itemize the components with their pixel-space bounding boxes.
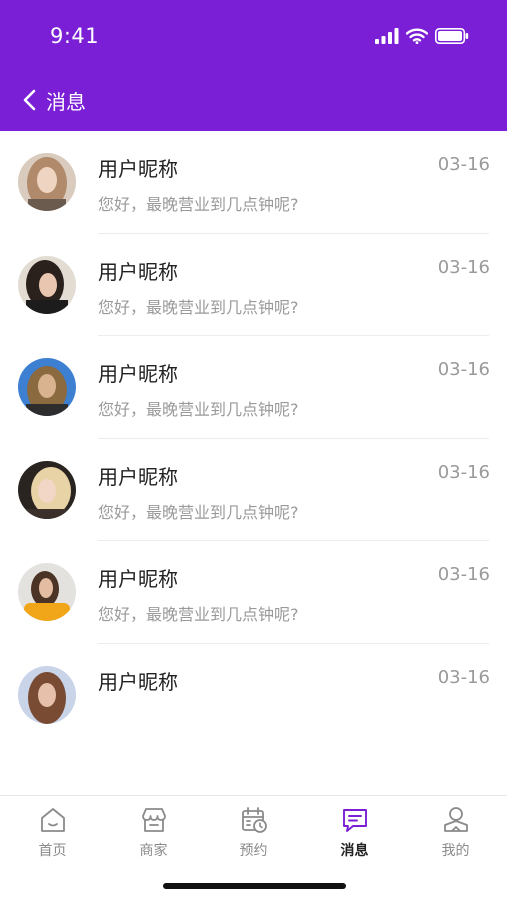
message-date: 03-16 [437, 564, 490, 585]
back-button[interactable] [12, 82, 48, 118]
sender-name: 用户昵称 [98, 567, 178, 591]
message-preview: 您好，最晚营业到几点钟呢? [98, 400, 299, 419]
status-icons [375, 28, 469, 44]
message-item[interactable]: 用户昵称 03-16 您好，最晚营业到几点钟呢? [0, 541, 507, 644]
message-date: 03-16 [437, 256, 490, 278]
message-preview: 您好，最晚营业到几点钟呢? [98, 195, 299, 214]
message-date: 03-16 [437, 154, 490, 175]
tab-home[interactable]: 首页 [2, 805, 103, 863]
status-time: 9:41 [50, 24, 100, 48]
message-list: 用户昵称 03-16 您好，最晚营业到几点钟呢? 用户昵称 03-16 您好，最… [0, 131, 507, 795]
sender-name: 用户昵称 [98, 157, 178, 181]
home-icon [40, 808, 65, 832]
message-item[interactable]: 用户昵称 03-16 您好，最晚营业到几点钟呢? [0, 439, 507, 541]
signal-icon [375, 28, 399, 44]
sender-name: 用户昵称 [98, 464, 178, 489]
tab-store[interactable]: 商家 [103, 805, 204, 863]
tab-profile[interactable]: 我的 [405, 805, 506, 863]
tab-messages[interactable]: 消息 [304, 805, 405, 863]
nav-header: 9:41 消息 [0, 0, 507, 131]
page-title: 消息 [46, 90, 86, 114]
message-preview: 您好，最晚营业到几点钟呢? [98, 297, 299, 317]
sender-name: 用户昵称 [98, 259, 178, 284]
tab-label: 首页 [38, 843, 67, 859]
tab-label: 商家 [139, 843, 168, 859]
chevron-left-icon [23, 89, 36, 111]
tab-label: 预约 [239, 843, 268, 859]
tab-label: 我的 [441, 843, 470, 859]
avatar [18, 665, 76, 724]
message-item[interactable]: 用户昵称 03-16 [0, 644, 507, 747]
message-preview: 您好，最晚营业到几点钟呢? [98, 605, 299, 624]
calendar-clock-icon [241, 807, 267, 833]
store-icon [141, 808, 166, 832]
message-icon [342, 809, 367, 832]
avatar [18, 255, 76, 314]
tab-booking[interactable]: 预约 [203, 805, 304, 863]
avatar [18, 460, 76, 519]
wifi-icon [406, 28, 428, 44]
message-preview: 您好，最晚营业到几点钟呢? [98, 502, 299, 522]
message-date: 03-16 [437, 359, 490, 380]
home-indicator [163, 883, 346, 889]
message-item[interactable]: 用户昵称 03-16 您好，最晚营业到几点钟呢? [0, 234, 507, 336]
avatar [18, 563, 76, 621]
tab-label: 消息 [340, 843, 369, 859]
message-date: 03-16 [437, 666, 490, 688]
profile-icon [443, 807, 468, 832]
avatar [18, 153, 76, 211]
sender-name: 用户昵称 [98, 669, 178, 694]
sender-name: 用户昵称 [98, 362, 178, 386]
avatar [18, 358, 76, 416]
message-item[interactable]: 用户昵称 03-16 您好，最晚营业到几点钟呢? [0, 131, 507, 234]
message-item[interactable]: 用户昵称 03-16 您好，最晚营业到几点钟呢? [0, 336, 507, 439]
message-date: 03-16 [437, 461, 490, 483]
battery-icon [435, 28, 469, 44]
